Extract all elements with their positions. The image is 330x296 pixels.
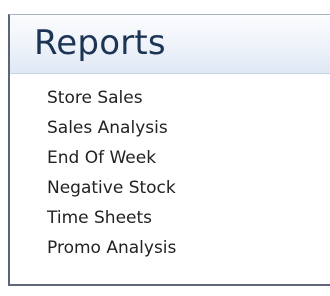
report-item-negative-stock[interactable]: Negative Stock [10,173,330,203]
reports-panel: Reports Store Sales Sales Analysis End O… [8,14,330,286]
reports-list: Store Sales Sales Analysis End Of Week N… [10,74,330,263]
report-item-promo-analysis[interactable]: Promo Analysis [10,233,330,263]
report-item-store-sales[interactable]: Store Sales [10,83,330,113]
report-item-time-sheets[interactable]: Time Sheets [10,203,330,233]
reports-title: Reports [34,23,166,63]
report-item-end-of-week[interactable]: End Of Week [10,143,330,173]
reports-header: Reports [10,15,330,74]
report-item-sales-analysis[interactable]: Sales Analysis [10,113,330,143]
